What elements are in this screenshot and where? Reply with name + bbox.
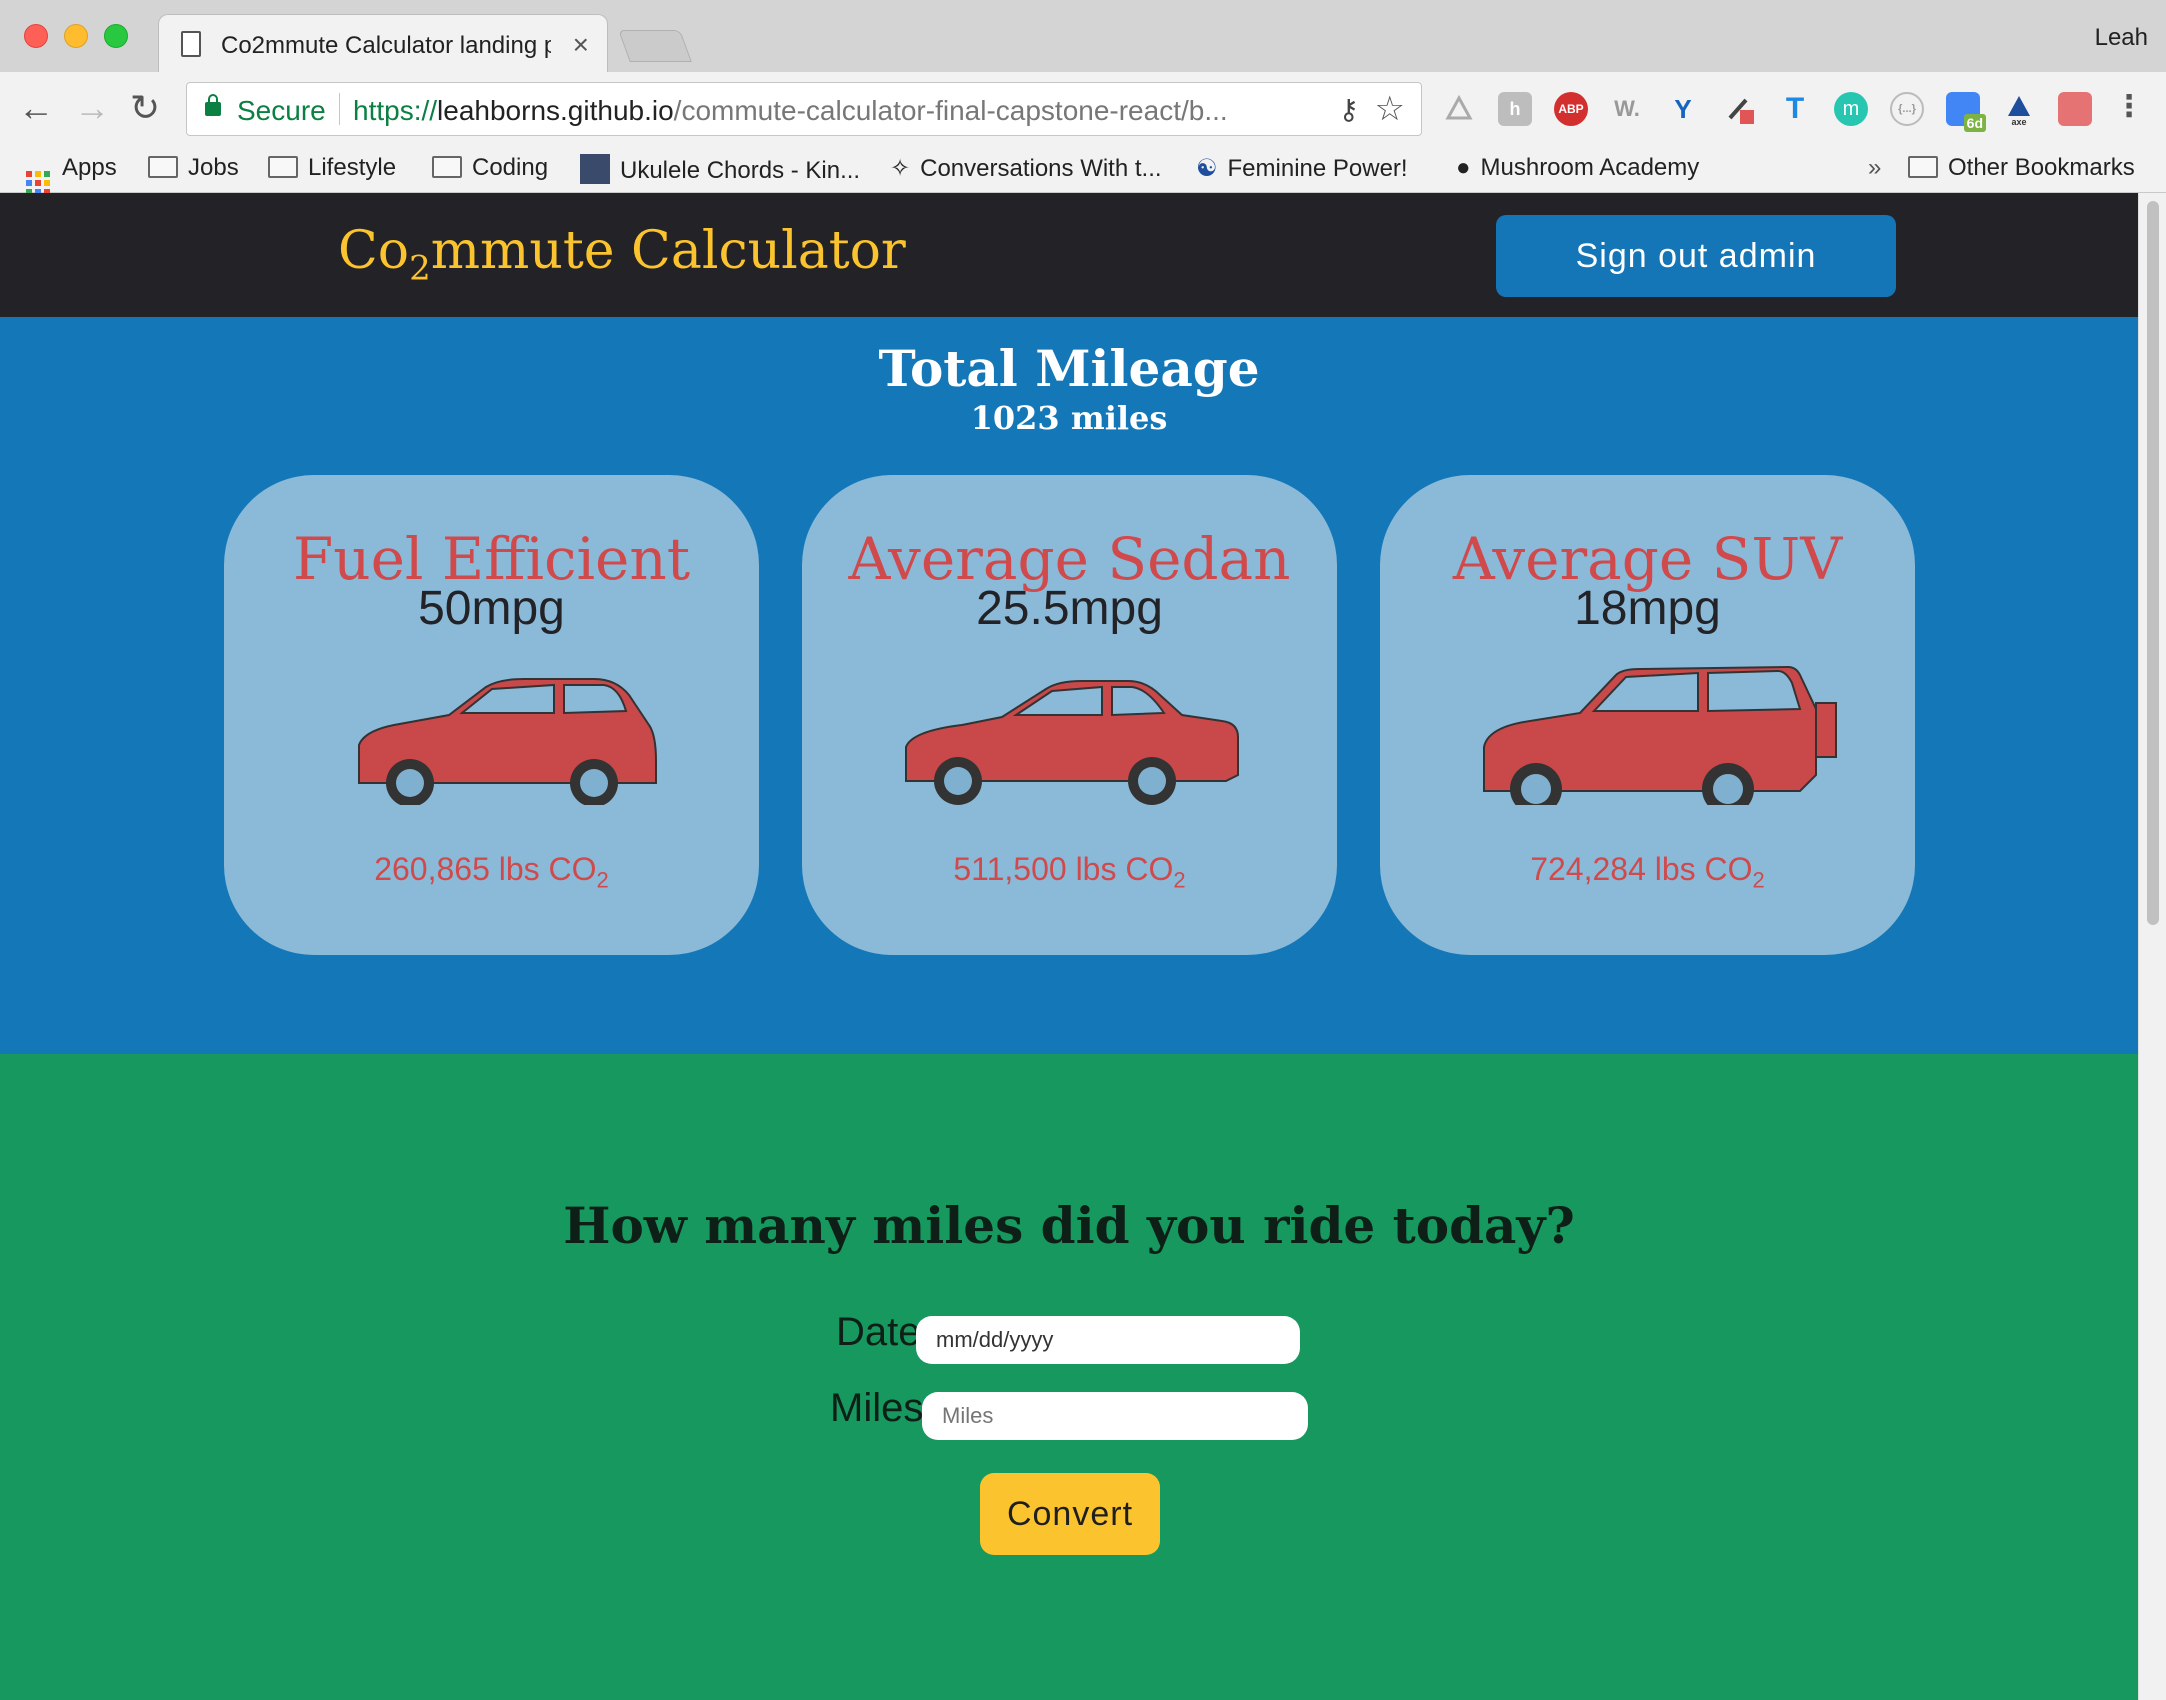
address-bar[interactable]: Secure https://leahborns.github.io/commu…: [186, 82, 1422, 136]
new-tab-button[interactable]: [618, 30, 692, 62]
convert-button[interactable]: Convert: [980, 1473, 1160, 1555]
form-title: How many miles did you ride today?: [563, 1196, 1575, 1255]
hatchback-car-icon: [358, 678, 657, 805]
y-extension-icon[interactable]: Y: [1666, 92, 1700, 126]
forward-arrow-icon[interactable]: →: [74, 88, 110, 128]
google-drive-icon[interactable]: [1442, 92, 1476, 126]
wappalyzer-icon[interactable]: W.: [1610, 92, 1644, 126]
mileage-form-section: How many miles did you ride today? Date …: [0, 1054, 2138, 1700]
menu-dots-icon[interactable]: ⋮: [2114, 92, 2144, 126]
key-icon[interactable]: ⚷: [1338, 93, 1359, 126]
svg-text:axe: axe: [2011, 117, 2026, 126]
bookmark-apps[interactable]: Apps: [26, 154, 117, 195]
bookmark-conversations[interactable]: ✧ Conversations With t...: [890, 154, 1162, 183]
page-content: Co2mmute Calculator Sign out admin Total…: [0, 193, 2138, 1700]
profile-name[interactable]: Leah: [2095, 24, 2148, 52]
vehicle-card-average-suv: Average SUV 18mpg 724,284 lbs CO2: [1380, 475, 1915, 955]
browser-toolbar: ← → ↻ Secure https://leahborns.github.io…: [0, 72, 2166, 146]
tab-bar: Co2mmute Calculator landing p × Leah: [0, 0, 2166, 72]
card-co2: 724,284 lbs CO2: [1530, 851, 1765, 893]
lock-icon: [205, 94, 221, 116]
bookmark-mushroom-academy[interactable]: ● Mushroom Academy: [1456, 154, 1699, 182]
bookmark-star-icon[interactable]: ☆: [1375, 89, 1405, 129]
card-co2: 260,865 lbs CO2: [374, 851, 609, 893]
back-arrow-icon[interactable]: ←: [18, 88, 54, 128]
date-input[interactable]: [916, 1316, 1300, 1364]
url-text[interactable]: https://leahborns.github.io/commute-calc…: [353, 95, 1353, 127]
close-window-button[interactable]: [24, 24, 48, 48]
bookmark-folder-jobs[interactable]: Jobs: [148, 154, 239, 182]
ukulele-favicon: [580, 154, 610, 184]
axe-icon[interactable]: axe: [2002, 92, 2036, 127]
folder-icon: [1908, 156, 1938, 178]
scroll-thumb[interactable]: [2147, 201, 2159, 925]
browser-chrome: Co2mmute Calculator landing p × Leah ← →…: [0, 0, 2166, 195]
card-mpg: 50mpg: [418, 582, 565, 635]
minimize-window-button[interactable]: [64, 24, 88, 48]
secure-label: Secure: [237, 95, 326, 126]
sedan-car-icon: [905, 680, 1239, 805]
tab-active[interactable]: Co2mmute Calculator landing p ×: [158, 14, 608, 72]
meditation-icon: ☯: [1196, 155, 1218, 182]
total-mileage-value: 1023 miles: [970, 399, 1168, 437]
page-scrollbar[interactable]: [2138, 193, 2166, 1700]
card-mpg: 25.5mpg: [976, 582, 1163, 635]
mileage-section: Total Mileage 1023 miles Fuel Efficient …: [0, 317, 2138, 1054]
date-label: Date: [836, 1310, 921, 1354]
miles-input[interactable]: [922, 1392, 1308, 1440]
adblock-icon[interactable]: ABP: [1554, 92, 1588, 126]
bookmark-ukulele[interactable]: Ukulele Chords - Kin...: [580, 154, 860, 185]
total-mileage-title: Total Mileage: [878, 339, 1260, 398]
extension-red-icon[interactable]: [2058, 92, 2092, 126]
document-icon: [181, 31, 201, 57]
miles-label: Miles: [830, 1386, 924, 1430]
folder-icon: [268, 156, 298, 178]
site-header: Co2mmute Calculator Sign out admin: [0, 193, 2138, 317]
hypothesis-icon[interactable]: h: [1498, 92, 1532, 126]
reload-icon[interactable]: ↻: [130, 88, 160, 128]
bookmark-feminine-power[interactable]: ☯ Feminine Power!: [1196, 154, 1408, 183]
json-viewer-icon[interactable]: {...}: [1890, 92, 1924, 126]
card-co2: 511,500 lbs CO2: [953, 851, 1186, 893]
vehicle-card-average-sedan: Average Sedan 25.5mpg 511,500 lbs CO2: [802, 475, 1337, 955]
bookmarks-bar: Apps Jobs Lifestyle Coding Ukulele Chord…: [0, 146, 2166, 195]
apps-grid-icon: [26, 171, 50, 195]
sign-out-button[interactable]: Sign out admin: [1496, 215, 1896, 297]
url-divider: [339, 93, 340, 125]
maximize-window-button[interactable]: [104, 24, 128, 48]
bookmark-folder-lifestyle[interactable]: Lifestyle: [268, 154, 396, 182]
eyedropper-icon[interactable]: [1722, 92, 1756, 126]
site-title: Co2mmute Calculator: [338, 221, 906, 289]
suv-car-icon: [1483, 665, 1837, 805]
bookmarks-overflow-icon[interactable]: »: [1868, 154, 1881, 182]
folder-icon: [148, 156, 178, 178]
t-extension-icon[interactable]: T: [1778, 92, 1812, 126]
m-extension-icon[interactable]: m: [1834, 92, 1868, 126]
card-mpg: 18mpg: [1574, 582, 1721, 635]
compass-icon: ✧: [890, 155, 911, 182]
bookmark-other[interactable]: Other Bookmarks: [1908, 154, 2135, 182]
vehicle-card-fuel-efficient: Fuel Efficient 50mpg 260,865 lbs CO2: [224, 475, 759, 955]
tab-title: Co2mmute Calculator landing p: [221, 32, 551, 59]
tab-close-icon[interactable]: ×: [573, 29, 589, 61]
folder-icon: [432, 156, 462, 178]
calendar-6d-icon[interactable]: 6d: [1946, 92, 1986, 132]
mushroom-icon: ●: [1456, 154, 1471, 181]
bookmark-folder-coding[interactable]: Coding: [432, 154, 548, 182]
